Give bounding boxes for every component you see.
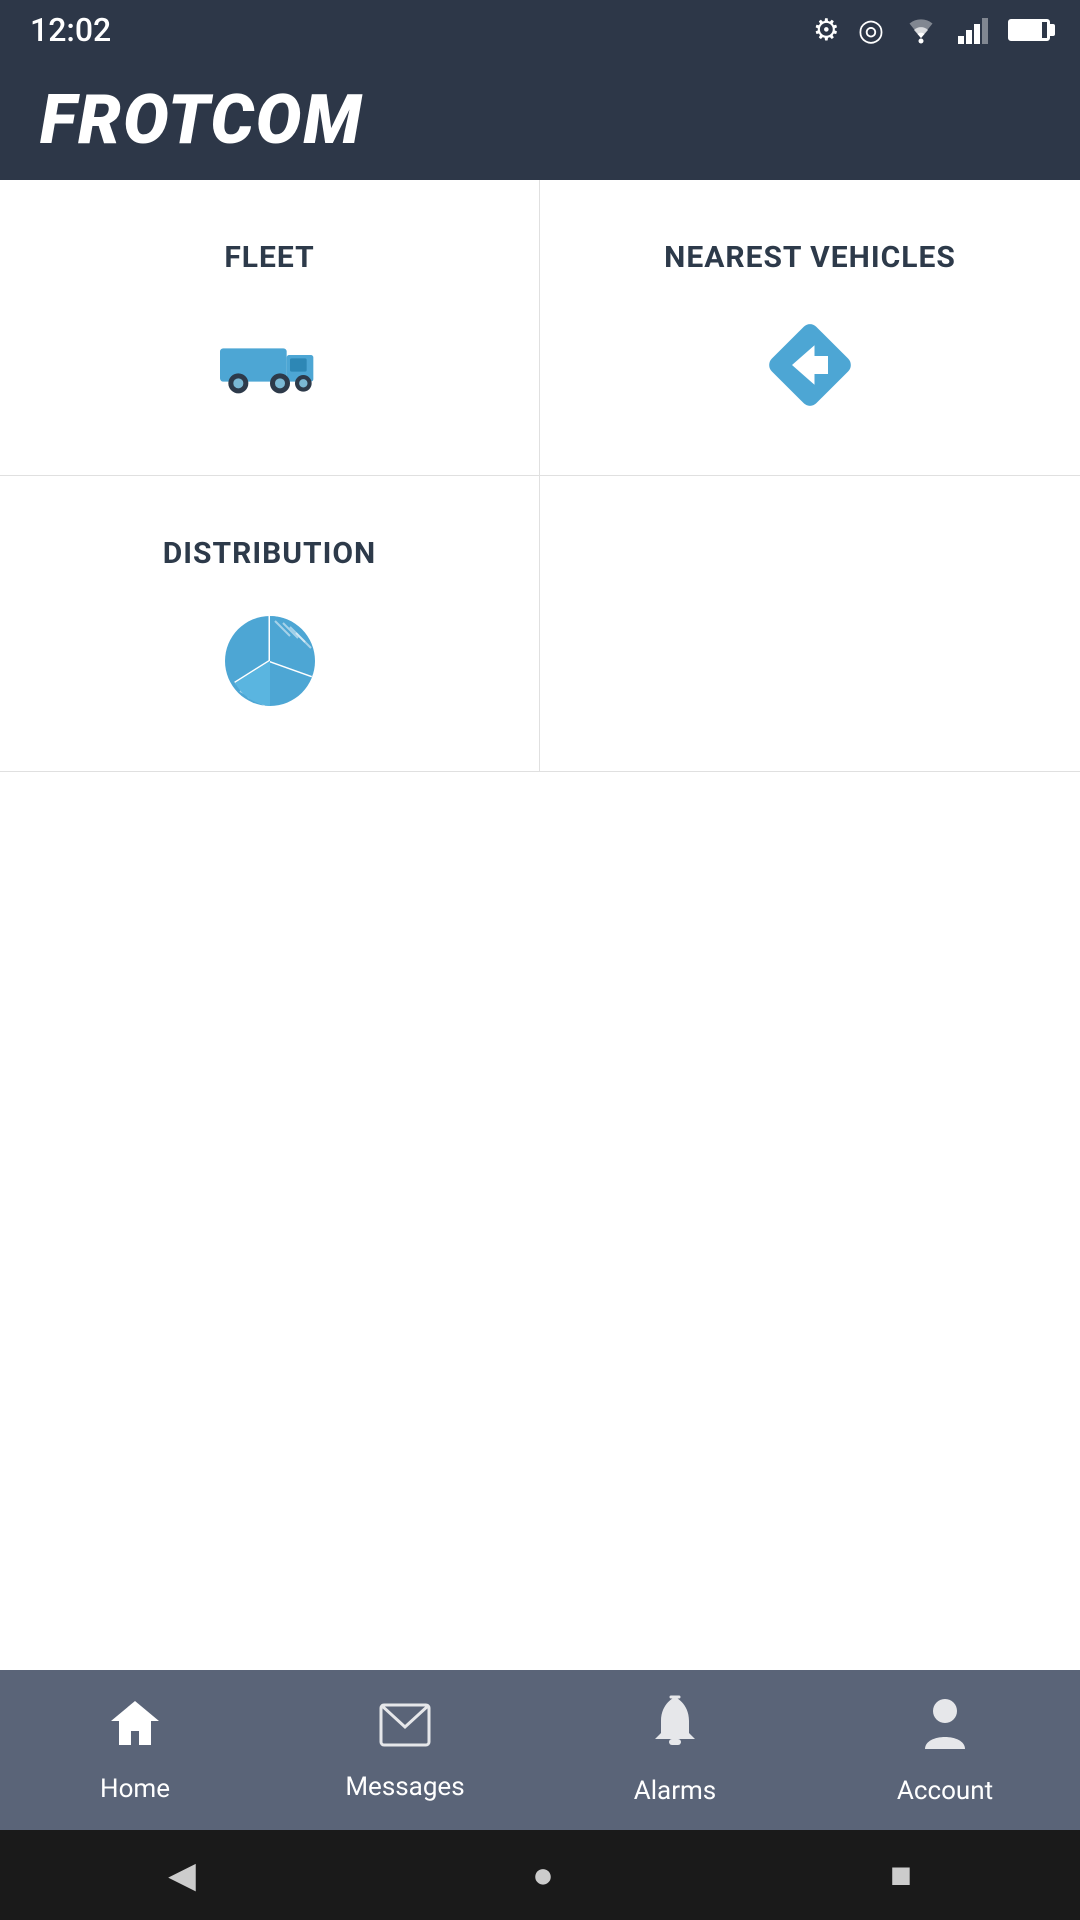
signal-icon bbox=[958, 16, 990, 44]
status-bar: 12:02 ⚙ ◎ bbox=[0, 0, 1080, 60]
record-icon: ◎ bbox=[858, 13, 884, 48]
nav-alarms[interactable]: Alarms bbox=[540, 1695, 810, 1806]
bottom-nav: Home Messages Alarms Account bbox=[0, 1670, 1080, 1830]
mail-icon bbox=[379, 1699, 431, 1760]
android-recent-button[interactable]: ■ bbox=[890, 1854, 912, 1896]
bell-icon bbox=[651, 1695, 699, 1764]
status-time: 12:02 bbox=[30, 11, 111, 49]
android-back-button[interactable]: ◀ bbox=[168, 1854, 196, 1896]
nav-home[interactable]: Home bbox=[0, 1697, 270, 1804]
nav-account-label: Account bbox=[897, 1776, 993, 1806]
fleet-menu-item[interactable]: FLEET bbox=[0, 180, 540, 476]
nearest-vehicles-menu-item[interactable]: NEAREST VEHICLES bbox=[540, 180, 1080, 476]
person-icon bbox=[923, 1695, 967, 1764]
nav-arrow-icon bbox=[760, 315, 860, 415]
nav-alarms-label: Alarms bbox=[634, 1776, 716, 1806]
android-home-button[interactable]: ● bbox=[532, 1854, 554, 1896]
battery-icon bbox=[1008, 19, 1050, 41]
empty-area bbox=[0, 772, 1080, 1670]
home-icon bbox=[109, 1697, 161, 1762]
truck-icon bbox=[220, 315, 320, 415]
app-logo: FROTCOM bbox=[40, 80, 363, 160]
nav-messages-label: Messages bbox=[345, 1772, 464, 1802]
empty-menu-item bbox=[540, 476, 1080, 771]
main-content: FLEET bbox=[0, 180, 1080, 1670]
wifi-icon bbox=[902, 16, 940, 44]
status-icons: ⚙ ◎ bbox=[813, 13, 1050, 48]
fleet-label: FLEET bbox=[224, 240, 314, 275]
app-header: FROTCOM bbox=[0, 60, 1080, 180]
distribution-label: DISTRIBUTION bbox=[163, 536, 376, 571]
menu-grid: FLEET bbox=[0, 180, 1080, 772]
distribution-menu-item[interactable]: DISTRIBUTION bbox=[0, 476, 540, 771]
pie-chart-icon bbox=[220, 611, 320, 711]
nav-messages[interactable]: Messages bbox=[270, 1699, 540, 1802]
gear-icon: ⚙ bbox=[813, 13, 840, 48]
nav-account[interactable]: Account bbox=[810, 1695, 1080, 1806]
android-nav-bar: ◀ ● ■ bbox=[0, 1830, 1080, 1920]
nav-home-label: Home bbox=[100, 1774, 170, 1804]
nearest-vehicles-label: NEAREST VEHICLES bbox=[664, 240, 956, 275]
